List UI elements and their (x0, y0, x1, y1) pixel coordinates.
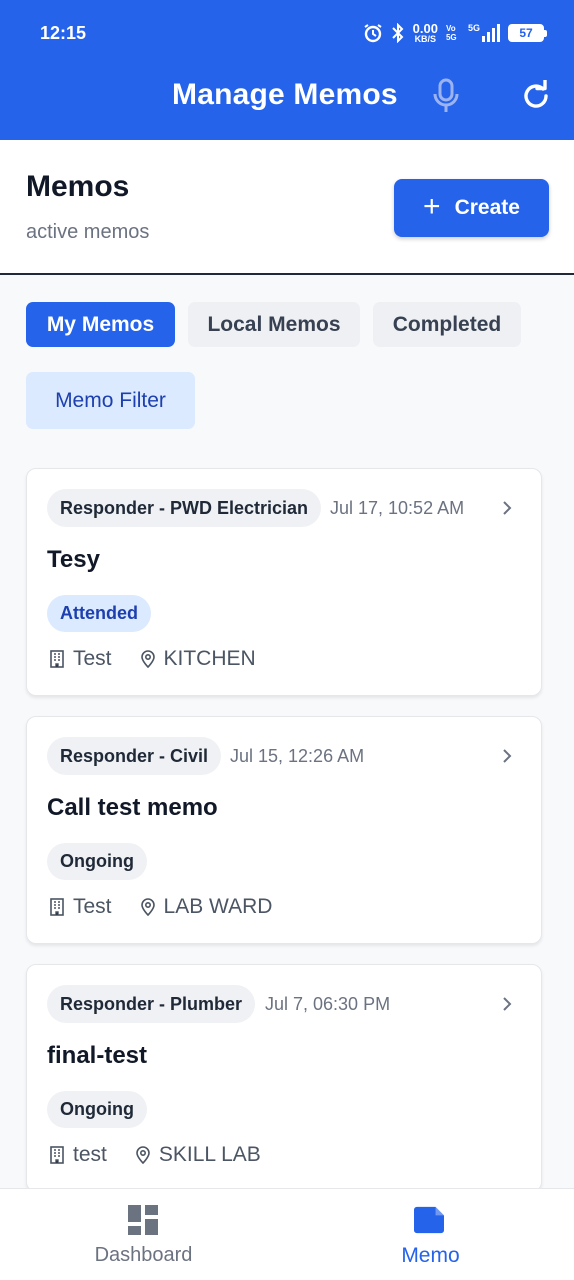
nav-memo[interactable]: Memo (287, 1189, 574, 1280)
role-badge: Responder - Civil (47, 737, 222, 775)
memo-date: Jul 7, 06:30 PM (265, 994, 391, 1014)
status-badge: Ongoing (47, 1091, 147, 1128)
page-title: Manage Memos (172, 78, 398, 111)
building-info: Test (49, 895, 112, 919)
battery-icon: 57 (508, 24, 547, 42)
building-info: test (49, 1143, 107, 1167)
location-pin-icon (140, 650, 155, 668)
create-label: Create (454, 196, 520, 219)
memo-card[interactable]: Responder - Plumber Jul 7, 06:30 PM fina… (26, 964, 542, 1192)
status-badge: Ongoing (47, 843, 147, 880)
bluetooth-icon (391, 23, 404, 43)
status-icons: 0.00 KB/S Vo 5G 5G 57 (363, 20, 547, 44)
location-pin-icon (140, 898, 155, 916)
create-button[interactable]: + Create (394, 179, 549, 237)
chevron-right-icon[interactable] (501, 996, 513, 1012)
building-name: test (73, 1143, 107, 1166)
nav-memo-label: Memo (401, 1244, 460, 1267)
status-bar: 12:15 0.00 KB/S Vo 5G 5G 57 (40, 20, 547, 46)
building-icon (50, 650, 64, 668)
memo-title: Call test memo (47, 794, 218, 821)
tab-local-memos[interactable]: Local Memos (188, 302, 360, 347)
location-info: LAB WARD (140, 895, 273, 919)
building-name: Test (73, 647, 112, 670)
nav-dashboard-label: Dashboard (94, 1244, 193, 1266)
app-header: 12:15 0.00 KB/S Vo 5G 5G 57 Manage Memos (0, 0, 574, 140)
location-name: SKILL LAB (158, 1143, 261, 1166)
role-badge: Responder - PWD Electrician (47, 489, 322, 527)
plus-icon: + (423, 189, 441, 223)
memo-date: Jul 15, 12:26 AM (230, 746, 365, 766)
memo-filter-button[interactable]: Memo Filter (26, 372, 195, 429)
memo-card[interactable]: Responder - Civil Jul 15, 12:26 AM Call … (26, 716, 542, 944)
memo-date: Jul 17, 10:52 AM (330, 498, 465, 518)
building-info: Test (49, 647, 112, 671)
status-badge: Attended (47, 595, 151, 632)
role-badge: Responder - Plumber (47, 985, 256, 1023)
memo-title: Tesy (47, 546, 100, 573)
memo-card[interactable]: Responder - PWD Electrician Jul 17, 10:5… (26, 468, 542, 696)
refresh-icon[interactable] (520, 80, 552, 112)
chevron-right-icon[interactable] (501, 500, 513, 516)
bottom-nav: Dashboard Memo (0, 1188, 574, 1280)
memo-title: final-test (47, 1042, 148, 1069)
building-icon (50, 898, 64, 916)
memo-icon (414, 1206, 444, 1234)
network-type: 5G (467, 23, 480, 33)
section-title: Memos (26, 170, 130, 203)
building-icon (50, 1146, 64, 1164)
memo-meta: test SKILL LAB (49, 1143, 289, 1167)
dashboard-icon (128, 1205, 158, 1235)
location-info: SKILL LAB (135, 1143, 261, 1167)
memo-meta: Test LAB WARD (49, 895, 300, 919)
volte-indicator: Vo 5G (445, 24, 457, 42)
location-name: KITCHEN (163, 647, 256, 670)
section-subtitle: active memos (26, 221, 150, 243)
memos-header: Memos active memos + Create (0, 140, 574, 275)
location-pin-icon (136, 1146, 150, 1164)
location-info: KITCHEN (140, 647, 256, 671)
tab-my-memos[interactable]: My Memos (26, 302, 175, 347)
alarm-icon (364, 24, 382, 43)
signal-icon (482, 24, 500, 42)
memo-meta: Test KITCHEN (49, 647, 284, 671)
status-time: 12:15 (40, 22, 87, 43)
network-speed: 0.00 KB/S (412, 20, 438, 44)
mic-icon[interactable] (432, 78, 460, 114)
tab-completed[interactable]: Completed (373, 302, 521, 347)
location-name: LAB WARD (163, 895, 273, 918)
building-name: Test (73, 895, 112, 918)
nav-dashboard[interactable]: Dashboard (0, 1189, 287, 1280)
chevron-right-icon[interactable] (501, 748, 513, 764)
